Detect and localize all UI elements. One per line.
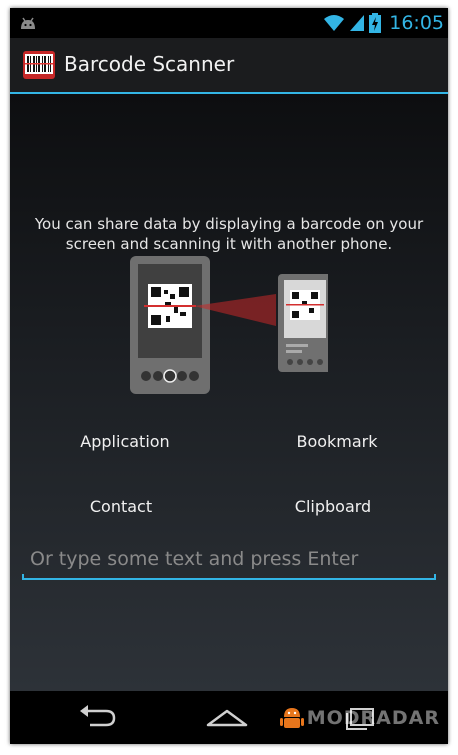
option-application[interactable]: Application [45,432,205,451]
app-title: Barcode Scanner [64,52,235,76]
text-entry-field[interactable] [22,542,436,582]
option-contact[interactable]: Contact [41,497,201,516]
status-icons: 16:05 [323,12,444,34]
input-underline [22,574,436,580]
back-icon[interactable] [72,701,122,733]
phone-share-illustration [130,256,328,394]
navigation-bar: MODRADAR [10,691,448,744]
android-notification-icon [21,17,35,29]
device-screen: 16:05 Barcode Scanner You can share data [10,8,448,744]
watermark: MODRADAR [277,703,440,733]
action-bar: Barcode Scanner [10,38,448,94]
share-content: You can share data by displaying a barco… [10,94,448,691]
status-bar: 16:05 [10,8,448,38]
signal-icon [350,15,365,31]
wifi-icon [324,15,345,31]
option-bookmark[interactable]: Bookmark [257,432,417,451]
text-input[interactable] [22,542,436,576]
battery-charging-icon [369,13,382,33]
status-clock: 16:05 [389,12,444,34]
home-icon[interactable] [202,701,252,733]
option-clipboard[interactable]: Clipboard [253,497,413,516]
watermark-text: MODRADAR [306,707,440,729]
barcode-app-icon[interactable] [23,51,55,79]
android-mascot-icon [279,708,304,728]
intro-text: You can share data by displaying a barco… [34,215,424,253]
